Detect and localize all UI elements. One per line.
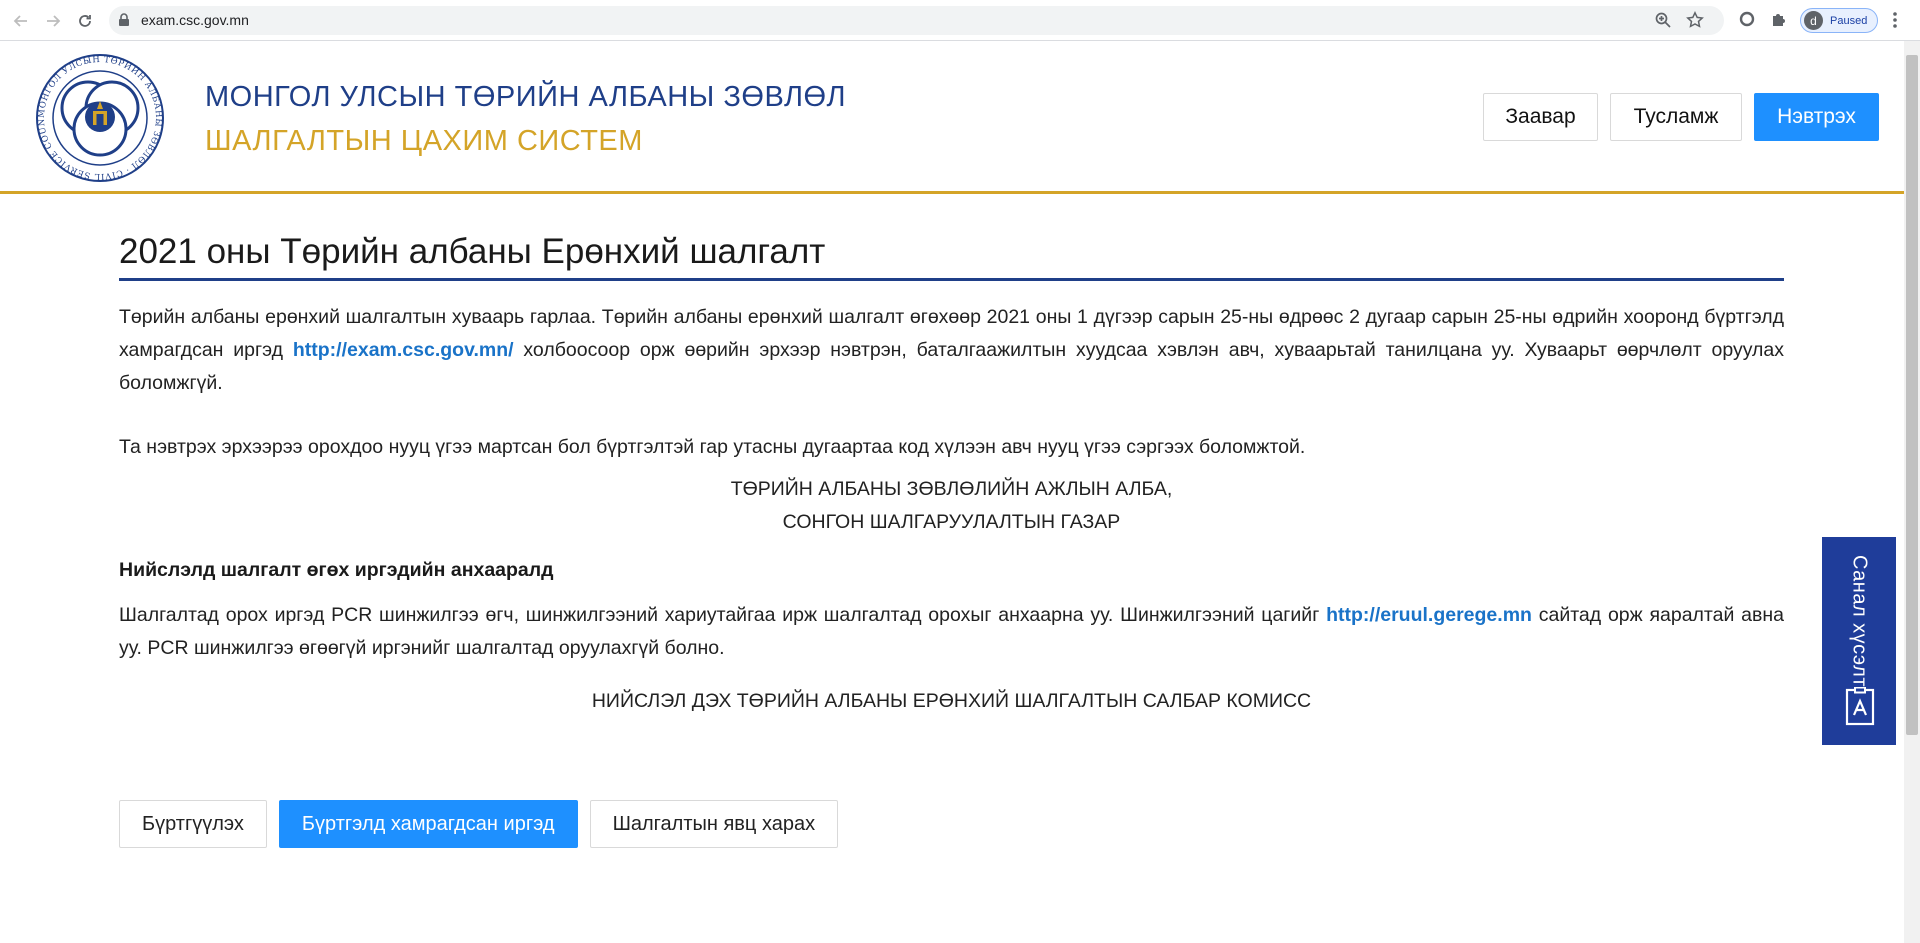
page-title: 2021 оны Төрийн албаны Ерөнхий шалгалт xyxy=(119,232,1784,281)
profile-status: Paused xyxy=(1830,14,1868,27)
signature-line: ТӨРИЙН АЛБАНЫ ЗӨВЛӨЛИЙН АЖЛЫН АЛБА, xyxy=(730,478,1173,500)
login-button[interactable]: Нэвтрэх xyxy=(1754,93,1879,141)
register-button[interactable]: Бүртгүүлэх xyxy=(119,800,267,848)
password-reset-paragraph: Та нэвтрэх эрхээрээ орохдоо нууц үгээ ма… xyxy=(119,436,1306,458)
site-header: МОНГОЛ УЛСЫН ТӨРИЙН АЛБАНЫ ЗӨВЛӨЛ · CIVI… xyxy=(0,41,1904,194)
profile-button[interactable]: d Paused xyxy=(1800,8,1878,33)
feedback-label: Санал хүсэлт xyxy=(1848,555,1871,688)
eruul-gerege-link[interactable]: http://eruul.gerege.mn xyxy=(1326,604,1532,626)
action-buttons: Бүртгүүлэх Бүртгэлд хамрагдсан иргэд Шал… xyxy=(119,800,839,848)
zoom-icon[interactable] xyxy=(1654,11,1672,34)
address-bar[interactable]: exam.csc.gov.mn xyxy=(109,6,1724,35)
reload-icon[interactable] xyxy=(72,8,98,34)
bookmark-star-icon[interactable] xyxy=(1686,11,1704,34)
guide-button[interactable]: Заавар xyxy=(1483,93,1598,141)
avatar: d xyxy=(1804,11,1823,30)
brand-title: МОНГОЛ УЛСЫН ТӨРИЙН АЛБАНЫ ЗӨВЛӨЛ xyxy=(205,81,847,113)
announcement: 2021 оны Төрийн албаны Ерөнхий шалгалт Т… xyxy=(119,232,1784,718)
browser-menu-icon[interactable] xyxy=(1892,11,1898,34)
notice-heading: Нийслэлд шалгалт өгөх иргэдийн анхааралд xyxy=(119,559,554,581)
back-icon[interactable] xyxy=(8,8,34,34)
pcr-notice-paragraph: Шалгалтад орох иргэд PCR шинжилгээ өгч, … xyxy=(119,599,1784,665)
scrollbar-thumb[interactable] xyxy=(1906,55,1918,735)
csc-logo[interactable]: МОНГОЛ УЛСЫН ТӨРИЙН АЛБАНЫ ЗӨВЛӨЛ · CIVI… xyxy=(28,44,167,190)
signature-line: СОНГОН ШАЛГАРУУЛАЛТЫН ГАЗАР xyxy=(782,511,1121,533)
brand-subtitle: ШАЛГАЛТЫН ЦАХИМ СИСТЕМ xyxy=(205,125,643,157)
exam-site-link[interactable]: http://exam.csc.gov.mn/ xyxy=(293,339,514,361)
registered-citizens-button[interactable]: Бүртгэлд хамрагдсан иргэд xyxy=(278,800,578,848)
lock-icon[interactable] xyxy=(118,13,130,32)
feedback-tab[interactable]: Санал хүсэлт xyxy=(1822,537,1896,745)
url-text[interactable]: exam.csc.gov.mn xyxy=(141,12,249,28)
help-button[interactable]: Тусламж xyxy=(1610,93,1742,141)
feedback-form-icon xyxy=(1844,686,1876,732)
paragraph-text: Шалгалтад орох иргэд PCR шинжилгээ өгч, … xyxy=(119,604,1327,626)
page-scrollbar[interactable] xyxy=(1904,41,1920,943)
forward-icon[interactable] xyxy=(40,8,66,34)
extensions-puzzle-icon[interactable] xyxy=(1770,10,1788,33)
announcement-paragraph: Төрийн албаны ерөнхий шалгалтын хуваарь … xyxy=(119,301,1784,400)
signature-block: ТӨРИЙН АЛБАНЫ ЗӨВЛӨЛИЙН АЖЛЫН АЛБА, СОНГ… xyxy=(119,473,1784,539)
extension-circle-icon[interactable] xyxy=(1738,10,1756,33)
browser-toolbar: exam.csc.gov.mn d Paused xyxy=(0,0,1920,41)
commission-signature: НИЙСЛЭЛ ДЭХ ТӨРИЙН АЛБАНЫ ЕРӨНХИЙ ШАЛГАЛ… xyxy=(591,690,1312,712)
exam-progress-button[interactable]: Шалгалтын явц харах xyxy=(589,800,839,848)
